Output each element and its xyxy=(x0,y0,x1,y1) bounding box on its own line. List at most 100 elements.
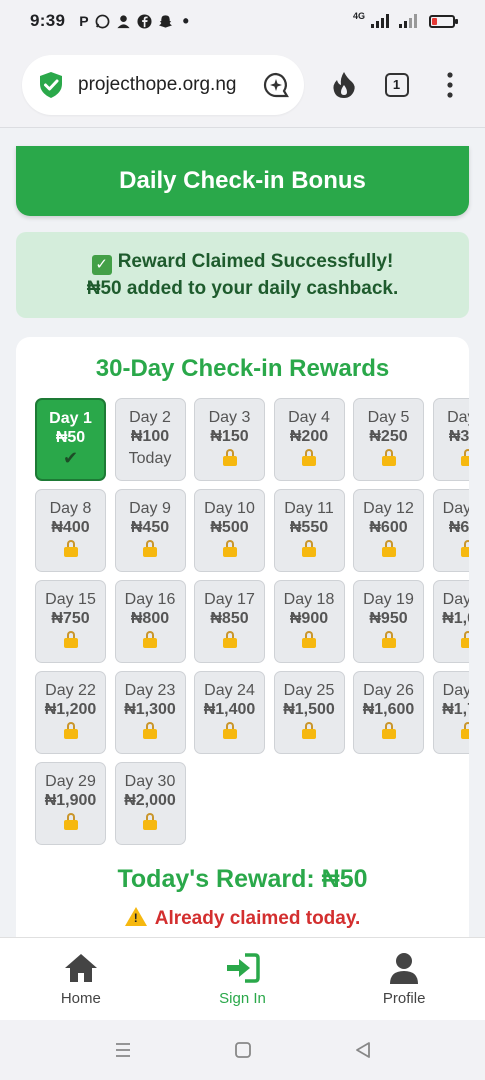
day-amount: ₦100 xyxy=(130,428,170,445)
day-amount: ₦200 xyxy=(289,428,329,445)
day-cell[interactable]: Day 1 ₦50 ✔ xyxy=(35,398,106,481)
lock-icon xyxy=(63,722,78,739)
success-alert: ✓ Reward Claimed Successfully! ₦50 added … xyxy=(16,232,469,318)
rewards-title: 30-Day Check-in Rewards xyxy=(95,355,390,382)
day-cell[interactable]: Day 12 ₦600 xyxy=(353,489,424,572)
lock-icon xyxy=(381,540,396,557)
nav-profile[interactable]: Profile xyxy=(323,938,485,1020)
lock-icon xyxy=(143,722,157,739)
day-cell[interactable]: Day 24 ₦1,400 xyxy=(194,671,265,754)
lock-icon xyxy=(381,631,396,648)
day-cell[interactable]: Day 5 ₦250 xyxy=(353,398,424,481)
day-cell[interactable]: Day 9 ₦450 xyxy=(114,489,186,572)
day-amount: ₦550 xyxy=(289,519,329,536)
home-button-icon[interactable] xyxy=(233,1040,253,1060)
tab-switcher-button[interactable]: 1 xyxy=(383,71,410,99)
day-amount: ₦800 xyxy=(130,610,170,627)
todays-reward: Today's Reward: ₦50 xyxy=(117,865,368,893)
day-amount: ₦650 xyxy=(448,519,469,536)
day-label: Day 18 xyxy=(283,591,335,608)
day-amount: ₦300 xyxy=(448,428,469,445)
status-right: 4G xyxy=(352,11,458,28)
lock-icon xyxy=(461,722,469,739)
day-label: Day 16 xyxy=(124,591,176,608)
signal-icon-2 xyxy=(399,14,417,28)
page-title: Daily Check-in Bonus xyxy=(16,146,469,216)
day-label: Day 9 xyxy=(129,500,171,517)
day-cell[interactable]: Day 27 ₦1,700 xyxy=(432,671,469,754)
day-amount: ₦1,200 xyxy=(44,701,97,718)
lock-icon xyxy=(143,813,157,830)
day-cell[interactable]: Day 18 ₦900 xyxy=(273,580,345,663)
web-page: Daily Check-in Bonus ✓ Reward Claimed Suc… xyxy=(0,129,485,937)
day-cell[interactable]: Day 13 ₦650 xyxy=(432,489,469,572)
day-cell[interactable]: Day 6 ₦300 xyxy=(432,398,469,481)
battery-icon xyxy=(429,14,458,28)
day-amount: ₦900 xyxy=(289,610,329,627)
day-amount: ₦750 xyxy=(51,610,90,627)
day-cell[interactable]: Day 11 ₦550 xyxy=(273,489,345,572)
day-cell[interactable]: Day 16 ₦800 xyxy=(114,580,186,663)
lock-icon xyxy=(143,540,157,557)
warning-icon: ! xyxy=(124,907,147,926)
day-amount: ₦1,000 xyxy=(442,610,469,627)
day-cell[interactable]: Day 3 ₦150 xyxy=(194,398,265,481)
day-cell[interactable]: Day 29 ₦1,900 xyxy=(35,762,106,845)
lock-icon xyxy=(222,631,237,648)
network-type: 4G xyxy=(352,11,365,21)
nav-profile-label: Profile xyxy=(382,989,426,1007)
day-cell[interactable]: Day 20 ₦1,000 xyxy=(432,580,469,663)
notification-icons: P • xyxy=(79,12,189,30)
day-cell[interactable]: Day 8 ₦400 xyxy=(35,489,106,572)
day-label: Day 29 xyxy=(45,773,96,790)
recent-apps-icon[interactable] xyxy=(113,1040,133,1060)
day-cell[interactable]: Day 25 ₦1,500 xyxy=(273,671,345,754)
home-icon xyxy=(64,953,97,982)
lock-icon xyxy=(63,540,78,557)
profile-icon xyxy=(390,952,419,984)
day-grid: Day 1 ₦50 ✔ Day 2 ₦100 Today Day 3 ₦150 Day 4 ₦20… xyxy=(35,398,469,845)
day-label: Day 19 xyxy=(363,591,414,608)
success-line-2: ₦50 added to your daily cashback. xyxy=(86,278,399,299)
day-amount: ₦1,700 xyxy=(442,701,469,718)
day-amount: ₦400 xyxy=(51,519,90,536)
day-amount: ₦2,000 xyxy=(124,792,176,809)
lock-icon xyxy=(461,449,469,466)
facebook-icon xyxy=(137,13,152,29)
lock-icon xyxy=(302,449,316,466)
day-label: Day 23 xyxy=(124,682,176,699)
day-cell[interactable]: Day 2 ₦100 Today xyxy=(114,398,186,481)
more-menu-icon[interactable] xyxy=(436,71,463,99)
lock-icon xyxy=(143,631,157,648)
day-label: Day 27 xyxy=(442,682,469,699)
flame-icon[interactable] xyxy=(330,71,357,99)
day-label: Day 4 xyxy=(288,409,330,426)
back-icon[interactable] xyxy=(353,1040,373,1060)
day-cell[interactable]: Day 15 ₦750 xyxy=(35,580,106,663)
day-label: Day 11 xyxy=(284,500,334,517)
assistant-icon[interactable] xyxy=(262,71,290,99)
signal-icon xyxy=(371,14,389,28)
day-cell[interactable]: Day 10 ₦500 xyxy=(194,489,265,572)
nav-sign-in[interactable]: Sign In xyxy=(162,938,324,1020)
day-cell[interactable]: Day 30 ₦2,000 xyxy=(114,762,186,845)
lock-icon xyxy=(63,631,78,648)
day-amount: ₦1,900 xyxy=(44,792,97,809)
day-label: Day 6 xyxy=(447,409,469,426)
nav-home[interactable]: Home xyxy=(0,938,162,1020)
day-cell[interactable]: Day 23 ₦1,300 xyxy=(114,671,186,754)
sign-in-icon xyxy=(226,952,260,983)
pocket-option-icon: P xyxy=(79,13,89,29)
address-bar[interactable]: projecthope.org.ng xyxy=(22,54,304,115)
check-box-icon: ✓ xyxy=(91,255,112,275)
tab-count: 1 xyxy=(384,72,409,97)
day-cell[interactable]: Day 19 ₦950 xyxy=(353,580,424,663)
day-cell[interactable]: Day 22 ₦1,200 xyxy=(35,671,106,754)
day-cell[interactable]: Day 26 ₦1,600 xyxy=(353,671,424,754)
url-text: projecthope.org.ng xyxy=(78,73,237,95)
system-nav-bar xyxy=(0,1020,485,1080)
warning-text: Already claimed today. xyxy=(154,908,361,929)
checkmark-icon: ✔ xyxy=(62,448,79,468)
day-cell[interactable]: Day 4 ₦200 xyxy=(273,398,345,481)
day-cell[interactable]: Day 17 ₦850 xyxy=(194,580,265,663)
